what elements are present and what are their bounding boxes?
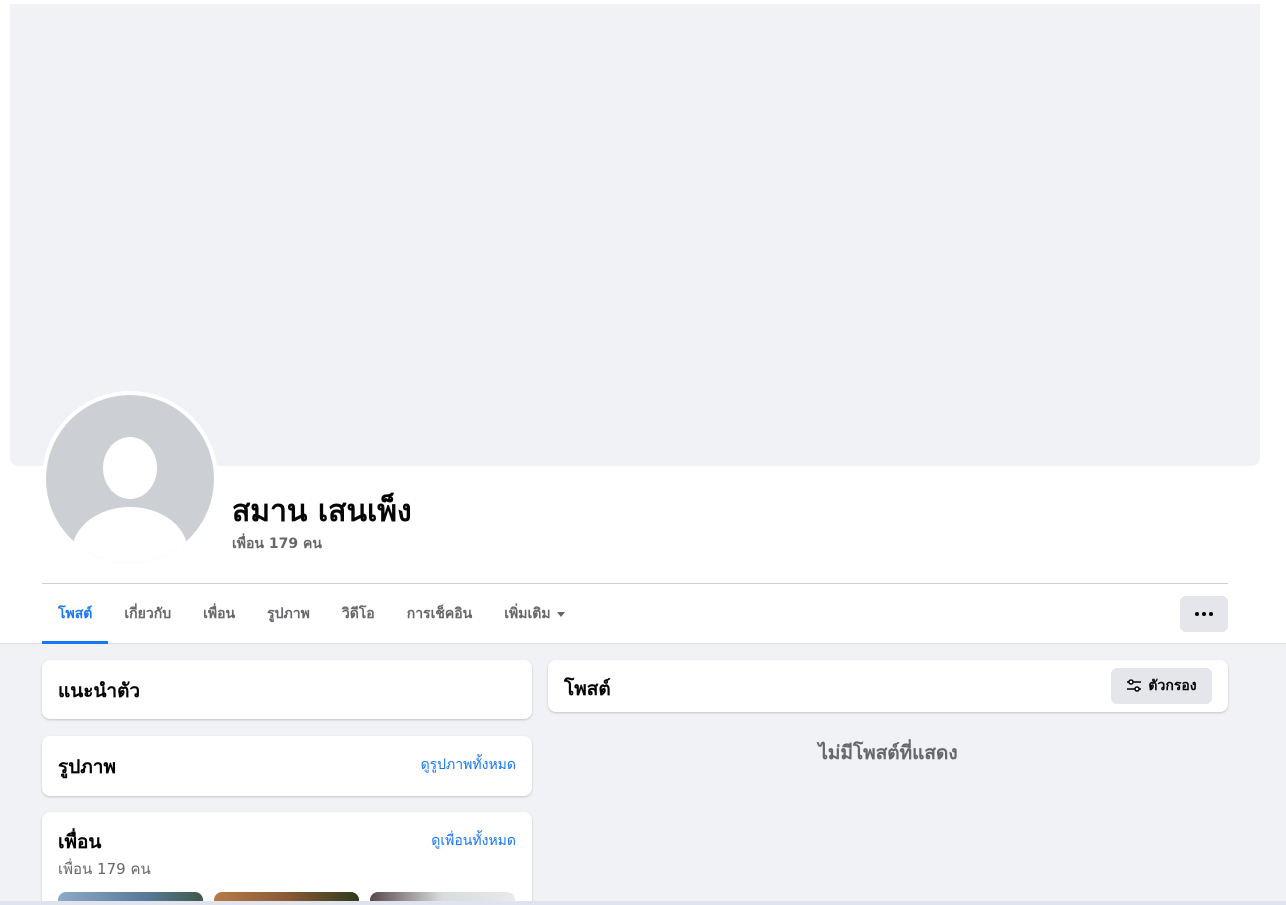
tab-label: การเช็คอิน <box>406 606 473 622</box>
tab-label: เกี่ยวกับ <box>124 606 172 622</box>
cover-photo[interactable] <box>10 4 1260 466</box>
profile-tabs: โพสต์ เกี่ยวกับ เพื่อน รูปภาพ วิดีโอ การ… <box>42 584 581 644</box>
profile-name: สมาน เสนเพ็ง <box>232 494 412 529</box>
tab-label: โพสต์ <box>58 606 93 622</box>
filter-sliders-icon <box>1127 679 1142 692</box>
friends-card: เพื่อน ดูเพื่อนทั้งหมด เพื่อน 179 คน <box>42 812 532 905</box>
see-all-friends-link[interactable]: ดูเพื่อนทั้งหมด <box>431 830 516 852</box>
tab-checkins[interactable]: การเช็คอิน <box>391 584 489 644</box>
ellipsis-icon <box>1195 612 1213 616</box>
tab-about[interactable]: เกี่ยวกับ <box>108 584 187 644</box>
intro-card: แนะนำตัว <box>42 660 532 719</box>
photos-card: รูปภาพ ดูรูปภาพทั้งหมด <box>42 736 532 796</box>
tab-label: วิดีโอ <box>341 606 375 622</box>
see-all-photos-link[interactable]: ดูรูปภาพทั้งหมด <box>421 754 516 776</box>
tab-label: รูปภาพ <box>267 606 310 622</box>
intro-title: แนะนำตัว <box>58 680 141 702</box>
tab-label: เพิ่มเติม <box>504 606 551 622</box>
profile-friend-count[interactable]: เพื่อน 179 คน <box>232 533 322 555</box>
default-avatar-icon <box>103 437 157 499</box>
default-avatar-body <box>72 507 188 563</box>
filter-label: ตัวกรอง <box>1148 678 1197 694</box>
posts-title: โพสต์ <box>564 678 611 700</box>
tab-more[interactable]: เพิ่มเติม <box>488 584 580 644</box>
tab-videos[interactable]: วิดีโอ <box>326 584 391 644</box>
bottom-edge <box>0 901 1286 905</box>
friends-count: เพื่อน 179 คน <box>58 860 151 878</box>
caret-down-icon <box>556 611 565 617</box>
more-options-button[interactable] <box>1180 596 1228 632</box>
filter-button[interactable]: ตัวกรอง <box>1111 668 1212 704</box>
profile-avatar[interactable] <box>46 395 214 563</box>
tab-photos[interactable]: รูปภาพ <box>251 584 326 644</box>
photos-title: รูปภาพ <box>58 756 116 778</box>
no-posts-message: ไม่มีโพสต์ที่แสดง <box>818 742 958 764</box>
tab-label: เพื่อน <box>203 606 236 622</box>
tab-friends[interactable]: เพื่อน <box>187 584 251 644</box>
tab-posts[interactable]: โพสต์ <box>42 584 109 644</box>
friends-title: เพื่อน <box>58 831 102 853</box>
posts-header-card: โพสต์ ตัวกรอง <box>548 660 1228 712</box>
